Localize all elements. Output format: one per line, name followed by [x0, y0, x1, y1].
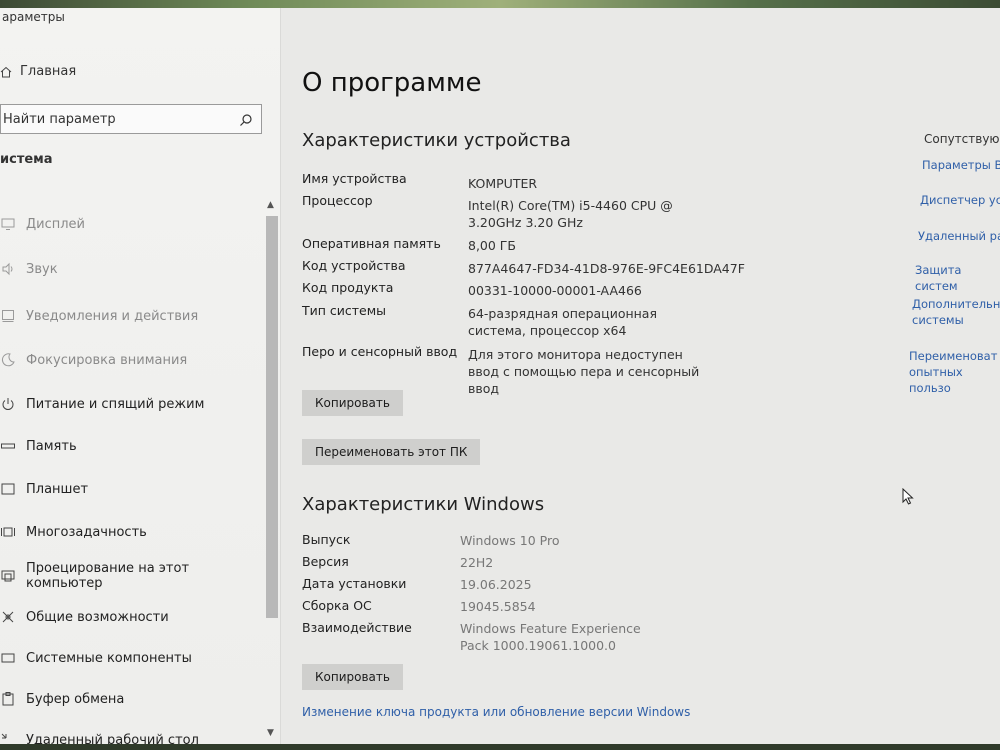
sidebar-item-label: Буфер обмена [26, 691, 125, 707]
sidebar-item-remote-desktop[interactable]: Удаленный рабочий стол [0, 728, 262, 744]
sidebar-item-tablet[interactable]: Планшет [0, 477, 262, 501]
search-input[interactable] [1, 110, 235, 128]
search-icon[interactable] [239, 112, 253, 126]
row-value: 877A4647-FD34-41D8-976E-9FC4E61DA47F [468, 261, 745, 276]
sidebar-item-clipboard[interactable]: Буфер обмена [0, 687, 262, 711]
scroll-thumb[interactable] [266, 216, 278, 618]
related-link-advanced-system[interactable]: Дополнительн системы [912, 296, 1000, 328]
tablet-icon [0, 481, 16, 497]
row-label: Версия [302, 554, 349, 569]
sound-icon [0, 261, 16, 277]
sidebar-item-storage[interactable]: Память [0, 434, 262, 458]
mouse-cursor-icon [902, 488, 914, 505]
sidebar-item-label: Удаленный рабочий стол [26, 732, 199, 745]
search-box[interactable] [0, 104, 262, 134]
sidebar-item-notifications[interactable]: Уведомления и действия [0, 304, 262, 328]
sidebar-item-label: Звук [26, 261, 58, 277]
row-value: 19045.5854 [460, 599, 536, 614]
sidebar-item-display[interactable]: Дисплей [0, 212, 262, 236]
row-label: Тип системы [302, 303, 387, 318]
row-value: 8,00 ГБ [468, 238, 517, 253]
sidebar-scrollbar[interactable]: ▲ ▼ [266, 200, 278, 740]
sidebar-item-label: Планшет [26, 481, 89, 497]
related-link-bitlocker[interactable]: Параметры Bi [922, 157, 1000, 173]
row-label: Дата установки [302, 576, 407, 591]
row-value: Windows 10 Pro [460, 533, 560, 548]
row-value: Для этого монитора недоступен ввод с пом… [468, 347, 700, 396]
related-settings-heading: Сопутствующ [924, 132, 1000, 146]
row-value: 19.06.2025 [460, 577, 532, 592]
sidebar-item-multitasking[interactable]: Многозадачность [0, 520, 262, 544]
display-icon [0, 216, 16, 232]
home-icon [0, 66, 12, 78]
row-label: Сборка ОС [302, 598, 372, 613]
related-link-system-protection[interactable]: Защита систем [915, 262, 999, 294]
sidebar: араметры Главная истема Дисплей Звук Уве… [0, 8, 281, 744]
row-value: 00331-10000-00001-AA466 [468, 283, 642, 298]
row-label: Взаимодействие [302, 620, 412, 635]
power-icon [0, 396, 16, 412]
row-label: Код устройства [302, 258, 406, 273]
sidebar-item-label: Общие возможности [26, 609, 169, 625]
clipboard-icon [0, 691, 16, 707]
sidebar-item-power[interactable]: Питание и спящий режим [0, 392, 262, 416]
sidebar-section-header: истема [0, 152, 53, 167]
sidebar-item-sound[interactable]: Звук [0, 257, 262, 281]
app-title: араметры [2, 10, 65, 24]
rename-pc-button[interactable]: Переименовать этот ПК [302, 439, 481, 465]
page-title: О программе [302, 68, 482, 98]
row-label: Выпуск [302, 532, 351, 547]
change-product-key-link[interactable]: Изменение ключа продукта или обновление … [302, 705, 690, 719]
row-value: 22H2 [460, 555, 494, 570]
sidebar-item-label: Многозадачность [26, 524, 147, 540]
projecting-icon [0, 568, 16, 584]
row-value: 64-разрядная операционная система, проце… [468, 306, 657, 338]
sidebar-item-projecting[interactable]: Проецирование на этот компьютер [0, 561, 262, 591]
related-settings: Сопутствующ Параметры Bi Диспетчер ус Уд… [908, 8, 1000, 744]
sidebar-item-label: Проецирование на этот компьютер [26, 561, 190, 591]
device-specs-heading: Характеристики устройства [302, 130, 571, 151]
row-label: Оперативная память [302, 236, 441, 251]
copy-windows-specs-button[interactable]: Копировать [302, 664, 403, 690]
system-components-icon [0, 650, 16, 666]
scroll-down-icon[interactable]: ▼ [267, 728, 274, 738]
sidebar-item-label: Дисплей [26, 216, 86, 232]
row-label: Процессор [302, 193, 373, 208]
sidebar-item-system-components[interactable]: Системные компоненты [0, 646, 262, 670]
related-link-device-manager[interactable]: Диспетчер ус [920, 192, 1000, 208]
sidebar-item-label: Уведомления и действия [26, 308, 199, 324]
focus-assist-icon [0, 352, 16, 368]
sidebar-item-label: Фокусировка внимания [26, 352, 188, 368]
copy-device-specs-button[interactable]: Копировать [302, 390, 403, 416]
settings-window: араметры Главная истема Дисплей Звук Уве… [0, 8, 1000, 744]
sidebar-item-label: Память [26, 438, 77, 454]
notifications-icon [0, 308, 16, 324]
sidebar-item-focus-assist[interactable]: Фокусировка внимания [0, 348, 262, 372]
windows-specs-heading: Характеристики Windows [302, 494, 545, 515]
scroll-up-icon[interactable]: ▲ [267, 200, 274, 210]
remote-desktop-icon [0, 732, 16, 744]
row-label: Код продукта [302, 280, 394, 295]
row-value: Intel(R) Core(TM) i5-4460 CPU @ 3.20GHz … [468, 198, 673, 230]
shared-experiences-icon [0, 609, 16, 625]
main-content: О программе Характеристики устройства Им… [282, 8, 1000, 744]
storage-icon [0, 438, 16, 454]
sidebar-item-label: Питание и спящий режим [26, 396, 205, 412]
multitasking-icon [0, 524, 16, 540]
row-label: Имя устройства [302, 171, 407, 186]
sidebar-item-label: Системные компоненты [26, 650, 192, 666]
row-value: KOMPUTER [468, 176, 538, 191]
sidebar-item-shared-experiences[interactable]: Общие возможности [0, 605, 262, 629]
row-label: Перо и сенсорный ввод [302, 344, 458, 359]
related-link-rename-advanced[interactable]: Переименоват опытных пользо [909, 348, 999, 396]
related-link-remote-desktop[interactable]: Удаленный раб [918, 228, 1000, 244]
sidebar-home[interactable]: Главная [0, 64, 76, 79]
sidebar-home-label: Главная [20, 64, 77, 79]
row-value: Windows Feature Experience Pack 1000.190… [460, 621, 641, 653]
